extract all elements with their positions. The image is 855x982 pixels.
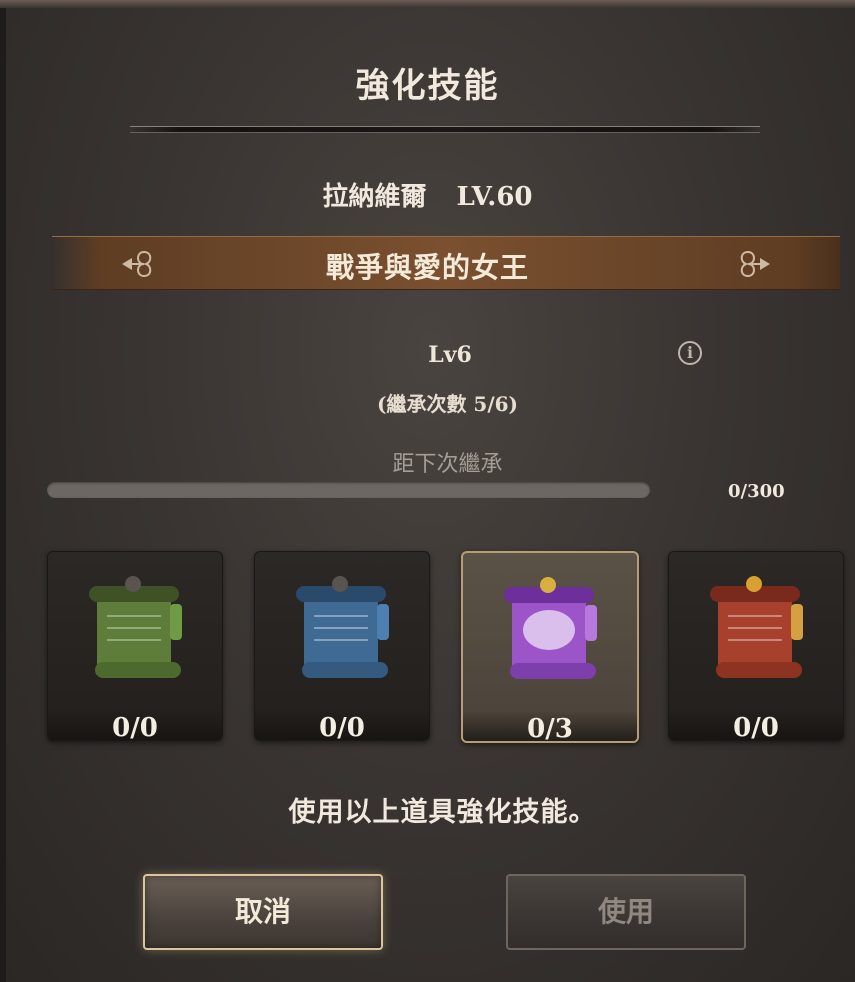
info-icon[interactable]: i xyxy=(678,341,702,365)
use-button[interactable]: 使用 xyxy=(506,874,746,950)
red-scroll-icon xyxy=(710,576,803,678)
inherit-count: (繼承次數 5/6) xyxy=(376,392,519,416)
window-top-border xyxy=(0,0,855,8)
green-scroll-icon xyxy=(89,576,182,678)
item-card-red-scroll[interactable]: 0/0 xyxy=(668,551,844,741)
progress-value: 0/300 xyxy=(728,481,785,502)
hero-info: 拉納維爾 LV.60 xyxy=(0,176,855,213)
item-card-purple-scroll[interactable]: 0/3 xyxy=(461,551,639,743)
next-inherit-label: 距下次繼承 xyxy=(392,452,503,477)
item-count: 0/0 xyxy=(733,713,779,741)
item-count: 0/3 xyxy=(527,714,573,743)
progress-bar xyxy=(47,482,650,498)
purple-scroll-icon xyxy=(504,577,597,679)
item-count: 0/0 xyxy=(112,713,158,741)
title-divider xyxy=(130,126,760,133)
item-card-blue-scroll[interactable]: 0/0 xyxy=(254,551,430,741)
skill-level: Lv6 xyxy=(428,342,472,368)
dialog-title: 強化技能 xyxy=(355,66,500,106)
item-card-green-scroll[interactable]: 0/0 xyxy=(47,551,223,741)
hero-name: 拉納維爾 xyxy=(322,182,427,212)
instruction-text: 使用以上道具強化技能。 xyxy=(288,797,597,828)
skill-name: 戰爭與愛的女王 xyxy=(325,251,529,284)
arrow-right-icon[interactable] xyxy=(734,246,774,282)
item-count: 0/0 xyxy=(319,713,365,741)
cancel-button[interactable]: 取消 xyxy=(143,874,383,950)
hero-level: LV.60 xyxy=(456,182,533,212)
blue-scroll-icon xyxy=(296,576,389,678)
